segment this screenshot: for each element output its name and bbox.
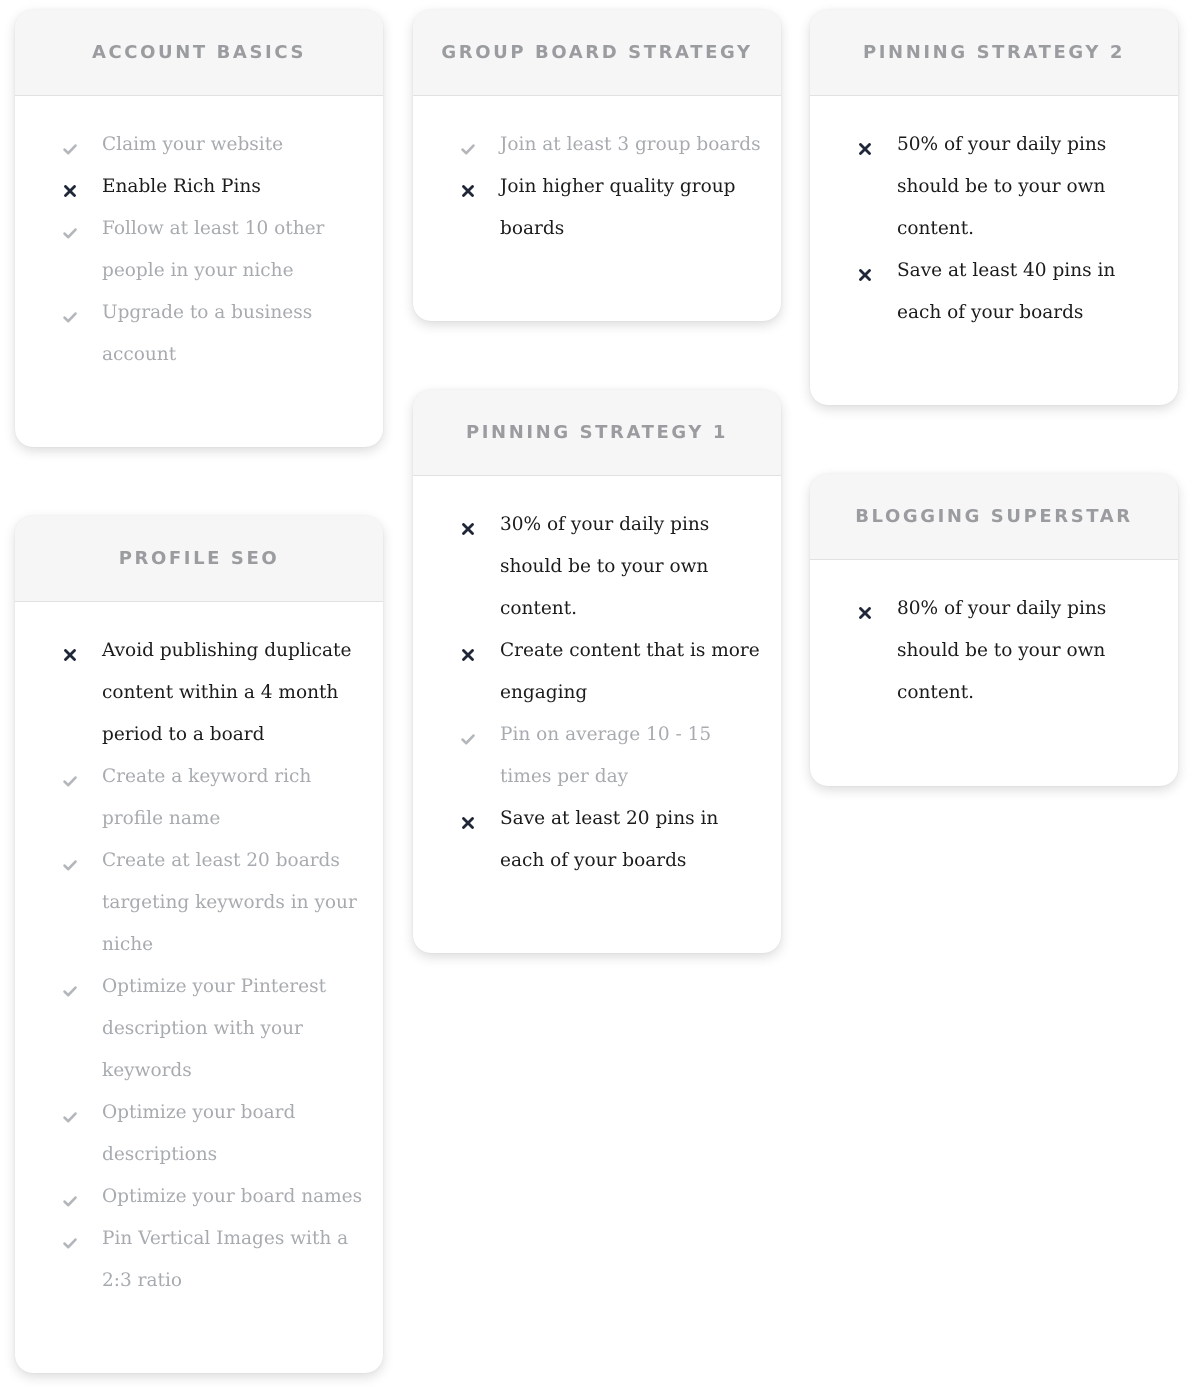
checklist-item-text: Optimize your Pinterest description with… [102, 976, 327, 1081]
cross-icon [460, 630, 500, 672]
card-header: ACCOUNT BASICS [15, 10, 383, 96]
card-blogging-superstar: BLOGGING SUPERSTAR 80% of your daily pins… [810, 474, 1178, 786]
card-header: PROFILE SEO [15, 516, 383, 602]
check-icon [460, 714, 500, 756]
checklist-item: Save at least 40 pins in each of your bo… [857, 250, 1158, 334]
checklist-item-text: Upgrade to a business account [102, 302, 313, 365]
checklist-item: Follow at least 10 other people in your … [62, 208, 363, 292]
checklist: Claim your website Enable Rich Pins Follow… [15, 96, 383, 376]
card-profile-seo: PROFILE SEO Avoid publishing duplicate co… [15, 516, 383, 1373]
checklist-item: Save at least 20 pins in each of your bo… [460, 798, 761, 882]
checklist-item: Create a keyword rich profile name [62, 756, 363, 840]
checklist-item-text: Join higher quality group boards [500, 176, 736, 239]
card-header: PINNING STRATEGY 2 [810, 10, 1178, 96]
checklist-item-text: 80% of your daily pins should be to your… [897, 598, 1107, 703]
checklist-item-text: Enable Rich Pins [102, 176, 261, 197]
checklist-item: 80% of your daily pins should be to your… [857, 588, 1158, 714]
checklist-item: Optimize your board descriptions [62, 1092, 363, 1176]
checklist-item-text: Avoid publishing duplicate content withi… [102, 640, 352, 745]
checklist-item: Claim your website [62, 124, 363, 166]
checklist-item-text: Follow at least 10 other people in your … [102, 218, 325, 281]
checklist-item-text: Create content that is more engaging [500, 640, 760, 703]
check-icon [62, 1092, 102, 1134]
check-icon [62, 208, 102, 250]
card-title: PROFILE SEO [118, 548, 280, 569]
checklist: 50% of your daily pins should be to your… [810, 96, 1178, 334]
card-header: PINNING STRATEGY 1 [413, 390, 781, 476]
check-icon [62, 292, 102, 334]
checklist-item: Pin Vertical Images with a 2:3 ratio [62, 1218, 363, 1302]
checklist-item: 50% of your daily pins should be to your… [857, 124, 1158, 250]
checklist-item-text: Save at least 20 pins in each of your bo… [500, 808, 719, 871]
cross-icon [460, 798, 500, 840]
checklist-item-text: 50% of your daily pins should be to your… [897, 134, 1107, 239]
check-icon [62, 840, 102, 882]
checklist-item-text: Create at least 20 boards targeting keyw… [102, 850, 357, 955]
check-icon [62, 756, 102, 798]
checklist-item: Create at least 20 boards targeting keyw… [62, 840, 363, 966]
checklist-item: Pin on average 10 - 15 times per day [460, 714, 761, 798]
checklist-item-text: Pin Vertical Images with a 2:3 ratio [102, 1228, 349, 1291]
check-icon [62, 1176, 102, 1218]
checklist: 30% of your daily pins should be to your… [413, 476, 781, 882]
checklist-item: Optimize your board names [62, 1176, 363, 1218]
cross-icon [857, 588, 897, 630]
card-title: PINNING STRATEGY 1 [465, 422, 729, 443]
checklist-item-text: Pin on average 10 - 15 times per day [500, 724, 712, 787]
checklist-item: Join higher quality group boards [460, 166, 761, 250]
checklist-item-text: Create a keyword rich profile name [102, 766, 312, 829]
cross-icon [460, 504, 500, 546]
checklist-item: Optimize your Pinterest description with… [62, 966, 363, 1092]
checklist-item: 30% of your daily pins should be to your… [460, 504, 761, 630]
cross-icon [62, 166, 102, 208]
card-pinning-strategy-1: PINNING STRATEGY 1 30% of your daily pins… [413, 390, 781, 953]
card-header: GROUP BOARD STRATEGY [413, 10, 781, 96]
checklist: Avoid publishing duplicate content withi… [15, 602, 383, 1302]
checklist-item-text: Optimize your board descriptions [102, 1102, 296, 1165]
cross-icon [62, 630, 102, 672]
card-title: BLOGGING SUPERSTAR [855, 506, 1133, 527]
check-icon [62, 124, 102, 166]
check-icon [62, 966, 102, 1008]
card-title: ACCOUNT BASICS [91, 42, 307, 63]
card-header: BLOGGING SUPERSTAR [810, 474, 1178, 560]
check-icon [62, 1218, 102, 1260]
cross-icon [857, 250, 897, 292]
card-title: PINNING STRATEGY 2 [862, 42, 1126, 63]
card-title: GROUP BOARD STRATEGY [441, 42, 753, 63]
checklist-item-text: 30% of your daily pins should be to your… [500, 514, 710, 619]
cross-icon [460, 166, 500, 208]
card-group-board-strategy: GROUP BOARD STRATEGY Join at least 3 grou… [413, 10, 781, 321]
checklist: Join at least 3 group boards Join higher … [413, 96, 781, 250]
card-account-basics: ACCOUNT BASICS Claim your website Enable R… [15, 10, 383, 447]
check-icon [460, 124, 500, 166]
checklist-item: Avoid publishing duplicate content withi… [62, 630, 363, 756]
checklist-item: Create content that is more engaging [460, 630, 761, 714]
checklist-item-text: Join at least 3 group boards [500, 134, 761, 155]
checklist: 80% of your daily pins should be to your… [810, 560, 1178, 714]
cross-icon [857, 124, 897, 166]
checklist-item-text: Optimize your board names [102, 1186, 363, 1207]
checklist-item: Upgrade to a business account [62, 292, 363, 376]
checklist-item: Enable Rich Pins [62, 166, 363, 208]
checklist-item-text: Save at least 40 pins in each of your bo… [897, 260, 1116, 323]
checklist-item-text: Claim your website [102, 134, 284, 155]
checklist-item: Join at least 3 group boards [460, 124, 761, 166]
card-pinning-strategy-2: PINNING STRATEGY 2 50% of your daily pins… [810, 10, 1178, 405]
